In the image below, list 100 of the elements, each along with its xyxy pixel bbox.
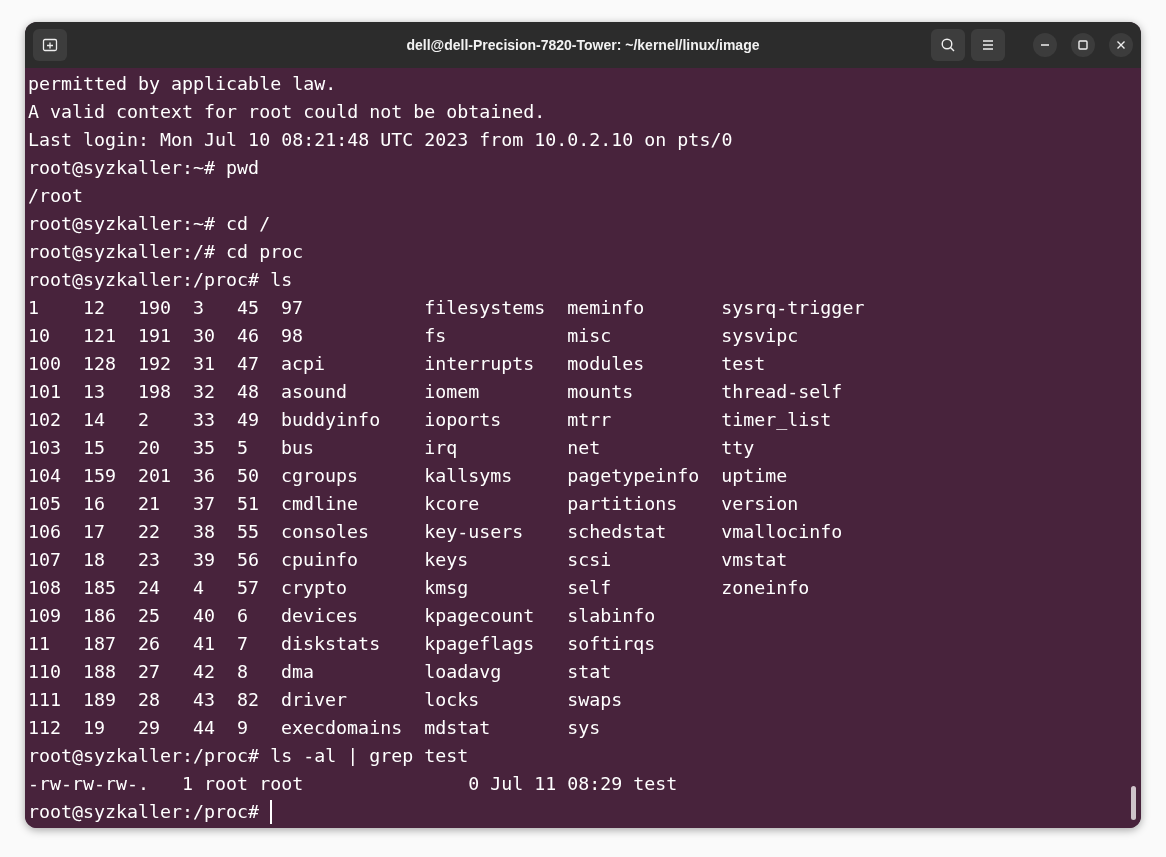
file-name: 40 bbox=[193, 604, 216, 628]
file-name: iomem bbox=[424, 380, 480, 404]
file-name: 25 bbox=[138, 604, 161, 628]
file-name: 15 bbox=[83, 436, 106, 460]
file-name: 19 bbox=[83, 716, 106, 740]
file-name: irq bbox=[424, 436, 458, 460]
minimize-icon bbox=[1040, 44, 1050, 46]
file-name: 24 bbox=[138, 576, 161, 600]
file-name: 42 bbox=[193, 660, 216, 684]
terminal-line: root@syzkaller:~# cd / bbox=[28, 212, 271, 236]
file-name: 30 bbox=[193, 324, 216, 348]
file-name: 98 bbox=[281, 324, 304, 348]
file-name: 8 bbox=[237, 660, 249, 684]
file-name: 121 bbox=[83, 324, 117, 348]
file-name: driver bbox=[281, 688, 348, 712]
file-name: consoles bbox=[281, 520, 370, 544]
prompt: root@syzkaller:/proc# bbox=[28, 800, 261, 824]
terminal-line: permitted by applicable law. bbox=[28, 72, 337, 96]
file-name: 22 bbox=[138, 520, 161, 544]
file-name: 50 bbox=[237, 464, 260, 488]
file-name: 49 bbox=[237, 408, 260, 432]
file-name: 33 bbox=[193, 408, 216, 432]
file-name: dma bbox=[281, 660, 315, 684]
file-name: 9 bbox=[237, 716, 249, 740]
file-name: kpagecount bbox=[424, 604, 535, 628]
file-name: vmstat bbox=[721, 548, 788, 572]
file-name: softirqs bbox=[567, 632, 656, 656]
file-name: 28 bbox=[138, 688, 161, 712]
file-name: 56 bbox=[237, 548, 260, 572]
file-name: 198 bbox=[138, 380, 172, 404]
file-name: 4 bbox=[193, 576, 205, 600]
maximize-button[interactable] bbox=[1071, 33, 1095, 57]
file-name: 186 bbox=[83, 604, 117, 628]
file-name: 185 bbox=[83, 576, 117, 600]
file-name: pagetypeinfo bbox=[567, 464, 700, 488]
file-name: misc bbox=[567, 324, 612, 348]
file-name: timer_list bbox=[721, 408, 832, 432]
file-name: 27 bbox=[138, 660, 161, 684]
file-name: diskstats bbox=[281, 632, 381, 656]
file-name: stat bbox=[567, 660, 612, 684]
file-name: 48 bbox=[237, 380, 260, 404]
file-name: mdstat bbox=[424, 716, 491, 740]
file-name: 31 bbox=[193, 352, 216, 376]
file-name: interrupts bbox=[424, 352, 535, 376]
close-icon bbox=[1116, 40, 1126, 50]
file-name: uptime bbox=[721, 464, 788, 488]
file-name: 29 bbox=[138, 716, 161, 740]
file-name: swaps bbox=[567, 688, 623, 712]
file-name: locks bbox=[424, 688, 480, 712]
file-name: 2 bbox=[138, 408, 150, 432]
new-tab-button[interactable] bbox=[33, 29, 67, 61]
search-icon bbox=[940, 37, 956, 53]
file-name: 111 bbox=[28, 688, 62, 712]
file-name: ioports bbox=[424, 408, 502, 432]
file-name: 3 bbox=[193, 296, 205, 320]
file-name: acpi bbox=[281, 352, 326, 376]
file-name: 55 bbox=[237, 520, 260, 544]
new-tab-icon bbox=[42, 37, 58, 53]
file-name: 32 bbox=[193, 380, 216, 404]
file-name: 6 bbox=[237, 604, 249, 628]
terminal-line: root@syzkaller:/# cd proc bbox=[28, 240, 304, 264]
file-name: 201 bbox=[138, 464, 172, 488]
file-name: 46 bbox=[237, 324, 260, 348]
file-name: mtrr bbox=[567, 408, 612, 432]
file-name: 57 bbox=[237, 576, 260, 600]
file-name: vmallocinfo bbox=[721, 520, 843, 544]
minimize-button[interactable] bbox=[1033, 33, 1057, 57]
file-name: asound bbox=[281, 380, 348, 404]
file-name: meminfo bbox=[567, 296, 645, 320]
file-name: slabinfo bbox=[567, 604, 656, 628]
file-name: 5 bbox=[237, 436, 249, 460]
file-name: 110 bbox=[28, 660, 62, 684]
menu-button[interactable] bbox=[971, 29, 1005, 61]
file-name: 82 bbox=[237, 688, 260, 712]
file-name: fs bbox=[424, 324, 447, 348]
file-name: zoneinfo bbox=[721, 576, 810, 600]
file-name: 190 bbox=[138, 296, 172, 320]
file-name: mounts bbox=[567, 380, 634, 404]
file-name: 38 bbox=[193, 520, 216, 544]
file-name: 51 bbox=[237, 492, 260, 516]
menu-icon bbox=[981, 39, 995, 51]
file-name: kcore bbox=[424, 492, 480, 516]
file-name: 107 bbox=[28, 548, 62, 572]
file-name: execdomains bbox=[281, 716, 403, 740]
close-button[interactable] bbox=[1109, 33, 1133, 57]
search-button[interactable] bbox=[931, 29, 965, 61]
file-name: 18 bbox=[83, 548, 106, 572]
file-name: 39 bbox=[193, 548, 216, 572]
file-name: 43 bbox=[193, 688, 216, 712]
scrollbar[interactable] bbox=[1131, 786, 1136, 820]
file-name: bus bbox=[281, 436, 315, 460]
file-name: loadavg bbox=[424, 660, 502, 684]
text-cursor bbox=[270, 800, 272, 824]
terminal-line: -rw-rw-rw-. 1 root root 0 Jul 11 08:29 test bbox=[28, 772, 678, 796]
file-name: 187 bbox=[83, 632, 117, 656]
terminal-line: root@syzkaller:~# pwd bbox=[28, 156, 260, 180]
file-name: sysrq-trigger bbox=[721, 296, 865, 320]
file-name: 159 bbox=[83, 464, 117, 488]
file-name: 188 bbox=[83, 660, 117, 684]
file-name: 35 bbox=[193, 436, 216, 460]
